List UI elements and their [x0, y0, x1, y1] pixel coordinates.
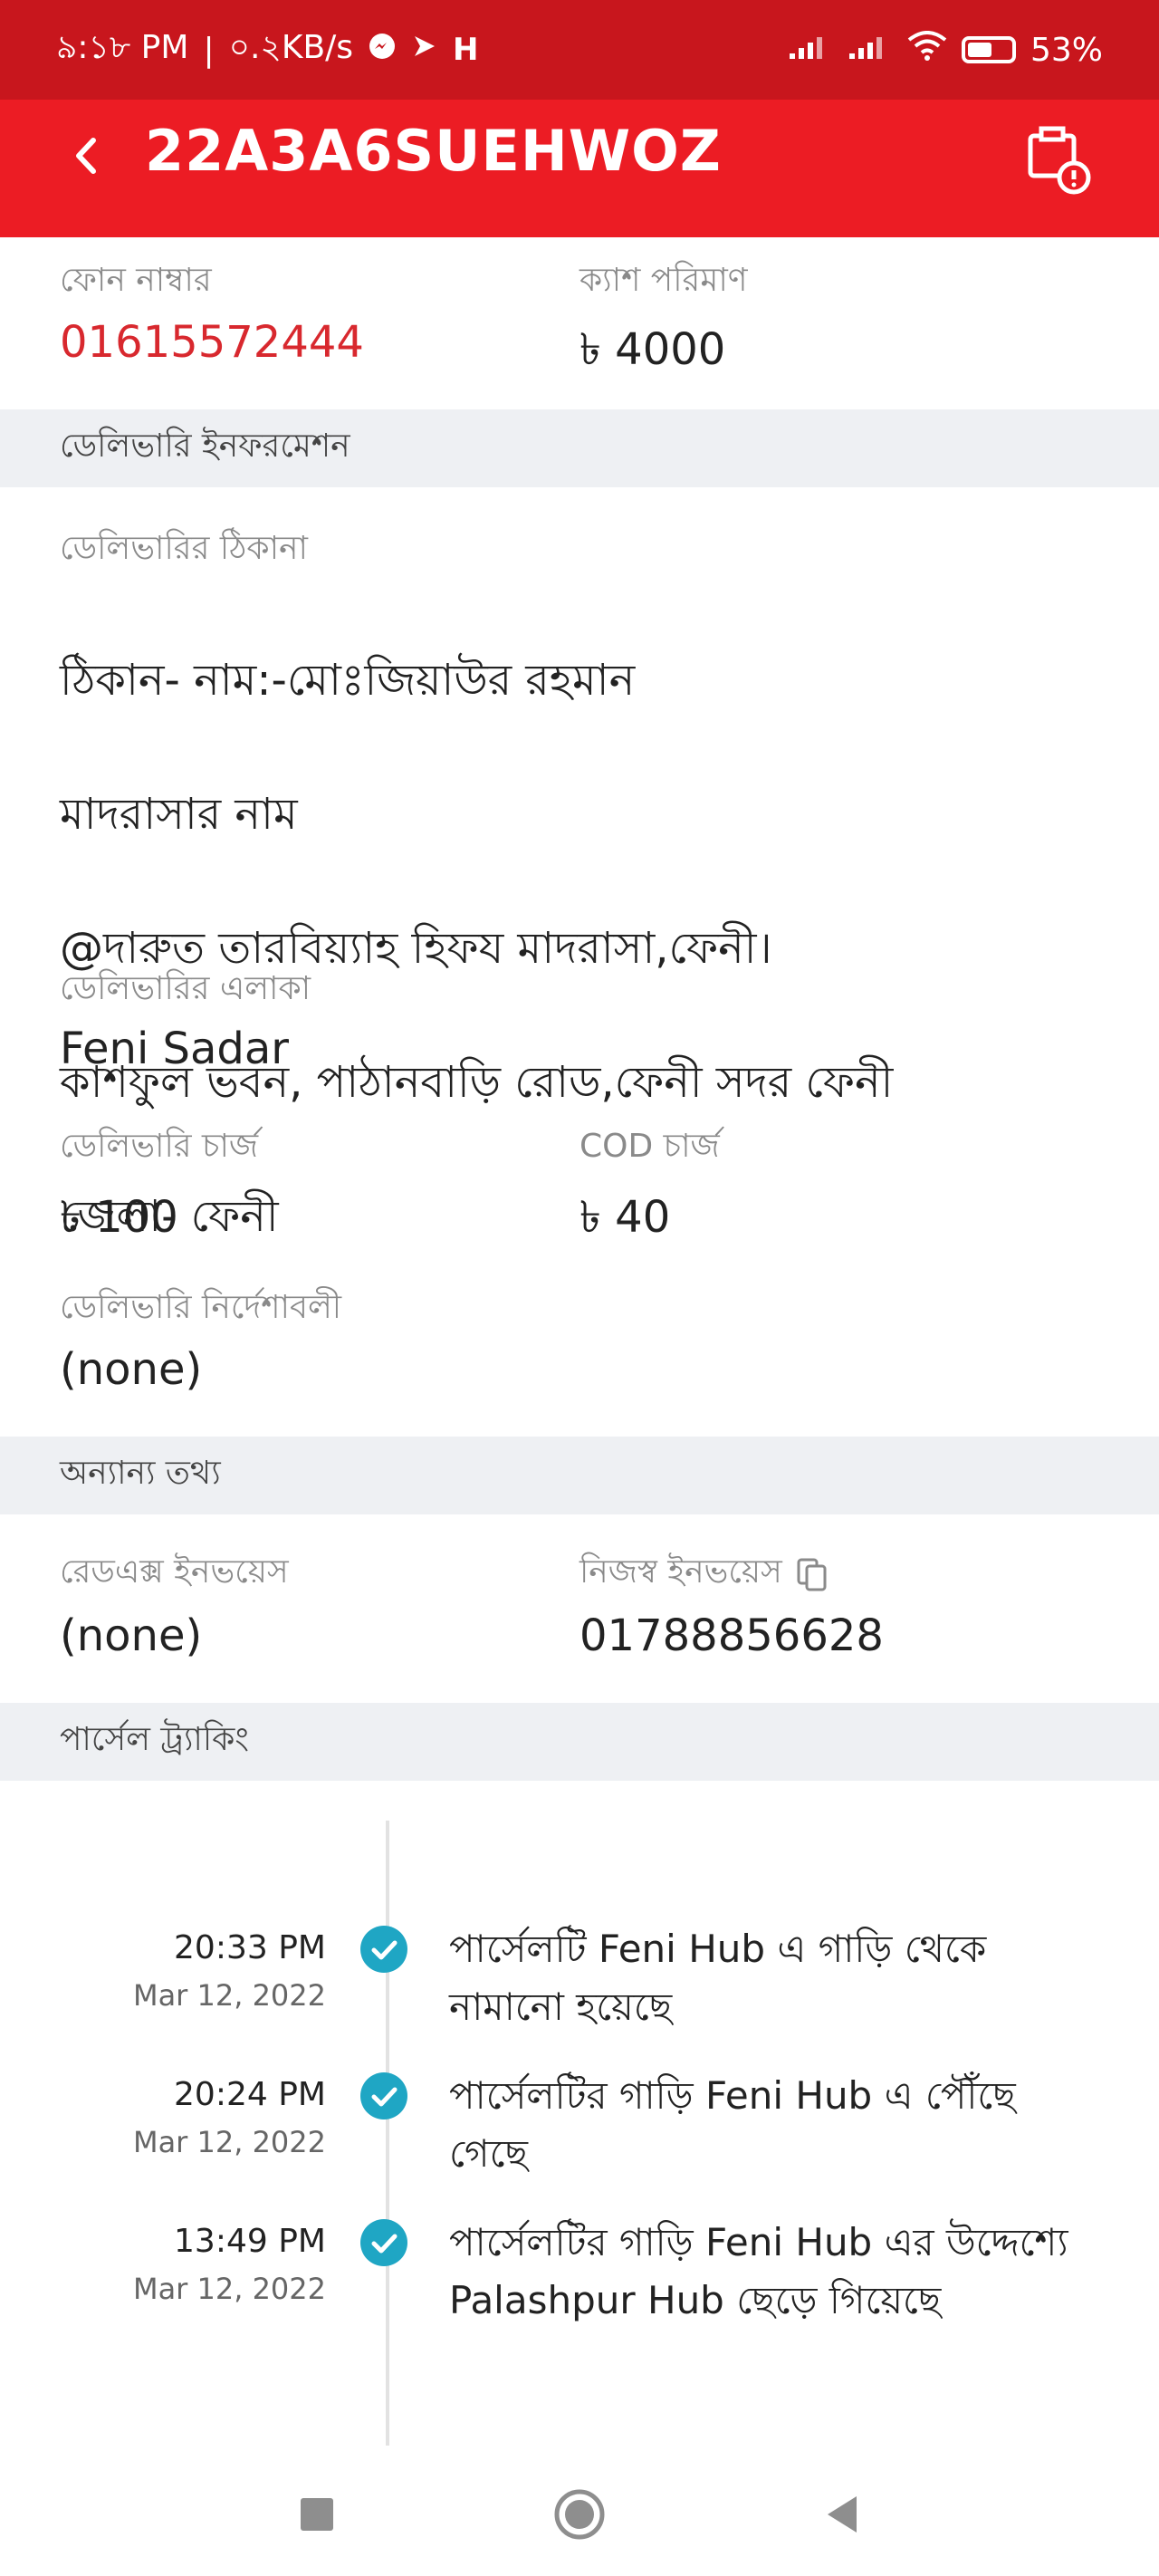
own-invoice-value: 01788856628	[580, 1610, 884, 1661]
instructions-label: ডেলিভারি নির্দেশাবলী	[60, 1289, 342, 1326]
nav-app-icon	[411, 32, 438, 68]
status-time: ৯:১৮ PM	[56, 29, 189, 66]
status-left: ৯:১৮ PM | ০.২KB/s H	[56, 23, 479, 77]
other-info-header: অন্যান্য তথ্য	[0, 1437, 1159, 1514]
event-text: পার্সেলটির গাড়ি Feni Hub এ পৌঁছে গেছে	[449, 2073, 1016, 2176]
signal-2-icon	[848, 32, 893, 69]
redx-invoice-value: (none)	[60, 1610, 203, 1661]
app-bar: 22A3A6SUEHWOZ	[0, 100, 1159, 237]
address-line: মাদরাসার নাম	[60, 789, 298, 840]
cod-charge-value: ৳ 40	[580, 1192, 671, 1243]
h-app-icon: H	[453, 32, 479, 68]
home-button[interactable]	[543, 2478, 616, 2551]
page-title: 22A3A6SUEHWOZ	[145, 118, 722, 184]
event-date: Mar 12, 2022	[132, 2125, 326, 2159]
own-invoice-label: নিজস্ব ইনভয়েস	[580, 1553, 782, 1591]
delivery-info-header: ডেলিভারি ইনফরমেশন	[0, 409, 1159, 487]
back-nav-button[interactable]	[806, 2478, 878, 2551]
report-issue-button[interactable]	[1023, 125, 1096, 197]
messenger-icon	[368, 32, 397, 69]
redx-invoice-label: রেডএক্স ইনভয়েস	[60, 1553, 289, 1591]
phone-value[interactable]: 01615572444	[60, 317, 364, 368]
chevron-left-icon	[76, 138, 96, 174]
status-speed: ০.২KB/s	[228, 29, 354, 66]
recents-button[interactable]	[281, 2478, 353, 2551]
own-invoice-label-row: নিজস্ব ইনভয়েস	[580, 1547, 829, 1601]
battery-percent: 53%	[1030, 31, 1103, 69]
system-nav-bar	[0, 2446, 1159, 2576]
address-line: ঠিকান- নাম:-মোঃজিয়াউর রহমান	[60, 655, 636, 706]
status-right: 53%	[788, 30, 1103, 70]
square-icon	[301, 2498, 333, 2531]
check-icon	[360, 1926, 407, 1973]
report-issue-icon	[1028, 126, 1091, 195]
status-bar: ৯:১৮ PM | ০.২KB/s H 53%	[0, 0, 1159, 100]
delivery-info-title: ডেলিভারি ইনফরমেশন	[60, 428, 350, 465]
tracking-header: পার্সেল ট্র্যাকিং	[0, 1703, 1159, 1781]
signal-icon	[788, 32, 833, 69]
event-time: 20:33 PM	[174, 1929, 326, 1966]
event-text: পার্সেলটি Feni Hub এ গাড়ি থেকে নামানো হ…	[449, 1927, 987, 2029]
back-button[interactable]	[54, 120, 118, 192]
area-value: Feni Sadar	[60, 1024, 290, 1074]
cash-label: ক্যাশ পরিমাণ	[580, 262, 748, 299]
instructions-value: (none)	[60, 1344, 203, 1395]
event-text: পার্সেলটির গাড়ি Feni Hub এর উদ্দেশ্যে P…	[449, 2220, 1068, 2322]
area-label: ডেলিভারির এলাকা	[60, 970, 311, 1007]
timeline-line	[386, 1821, 389, 2455]
event-date: Mar 12, 2022	[132, 1978, 326, 2013]
status-separator: |	[203, 31, 215, 69]
event-time: 13:49 PM	[174, 2223, 326, 2260]
cod-charge-label: COD চার্জ	[580, 1128, 720, 1165]
event-time: 20:24 PM	[174, 2076, 326, 2113]
phone-label: ফোন নাম্বার	[60, 262, 212, 299]
check-icon	[360, 2072, 407, 2119]
other-info-title: অন্যান্য তথ্য	[60, 1455, 221, 1492]
delivery-charge-label: ডেলিভারি চার্জ	[60, 1128, 259, 1165]
home-circle-icon	[554, 2489, 605, 2540]
cash-value: ৳ 4000	[580, 324, 726, 375]
tracking-title: পার্সেল ট্র্যাকিং	[60, 1721, 249, 1758]
address-label: ডেলিভারির ঠিকানা	[60, 530, 308, 567]
event-date: Mar 12, 2022	[132, 2272, 326, 2306]
battery-icon	[961, 36, 1016, 63]
check-icon	[360, 2219, 407, 2266]
wifi-icon	[907, 30, 947, 70]
delivery-charge-value: ৳ 100	[60, 1192, 178, 1243]
copy-icon[interactable]	[795, 1556, 829, 1592]
triangle-back-icon	[828, 2496, 857, 2533]
